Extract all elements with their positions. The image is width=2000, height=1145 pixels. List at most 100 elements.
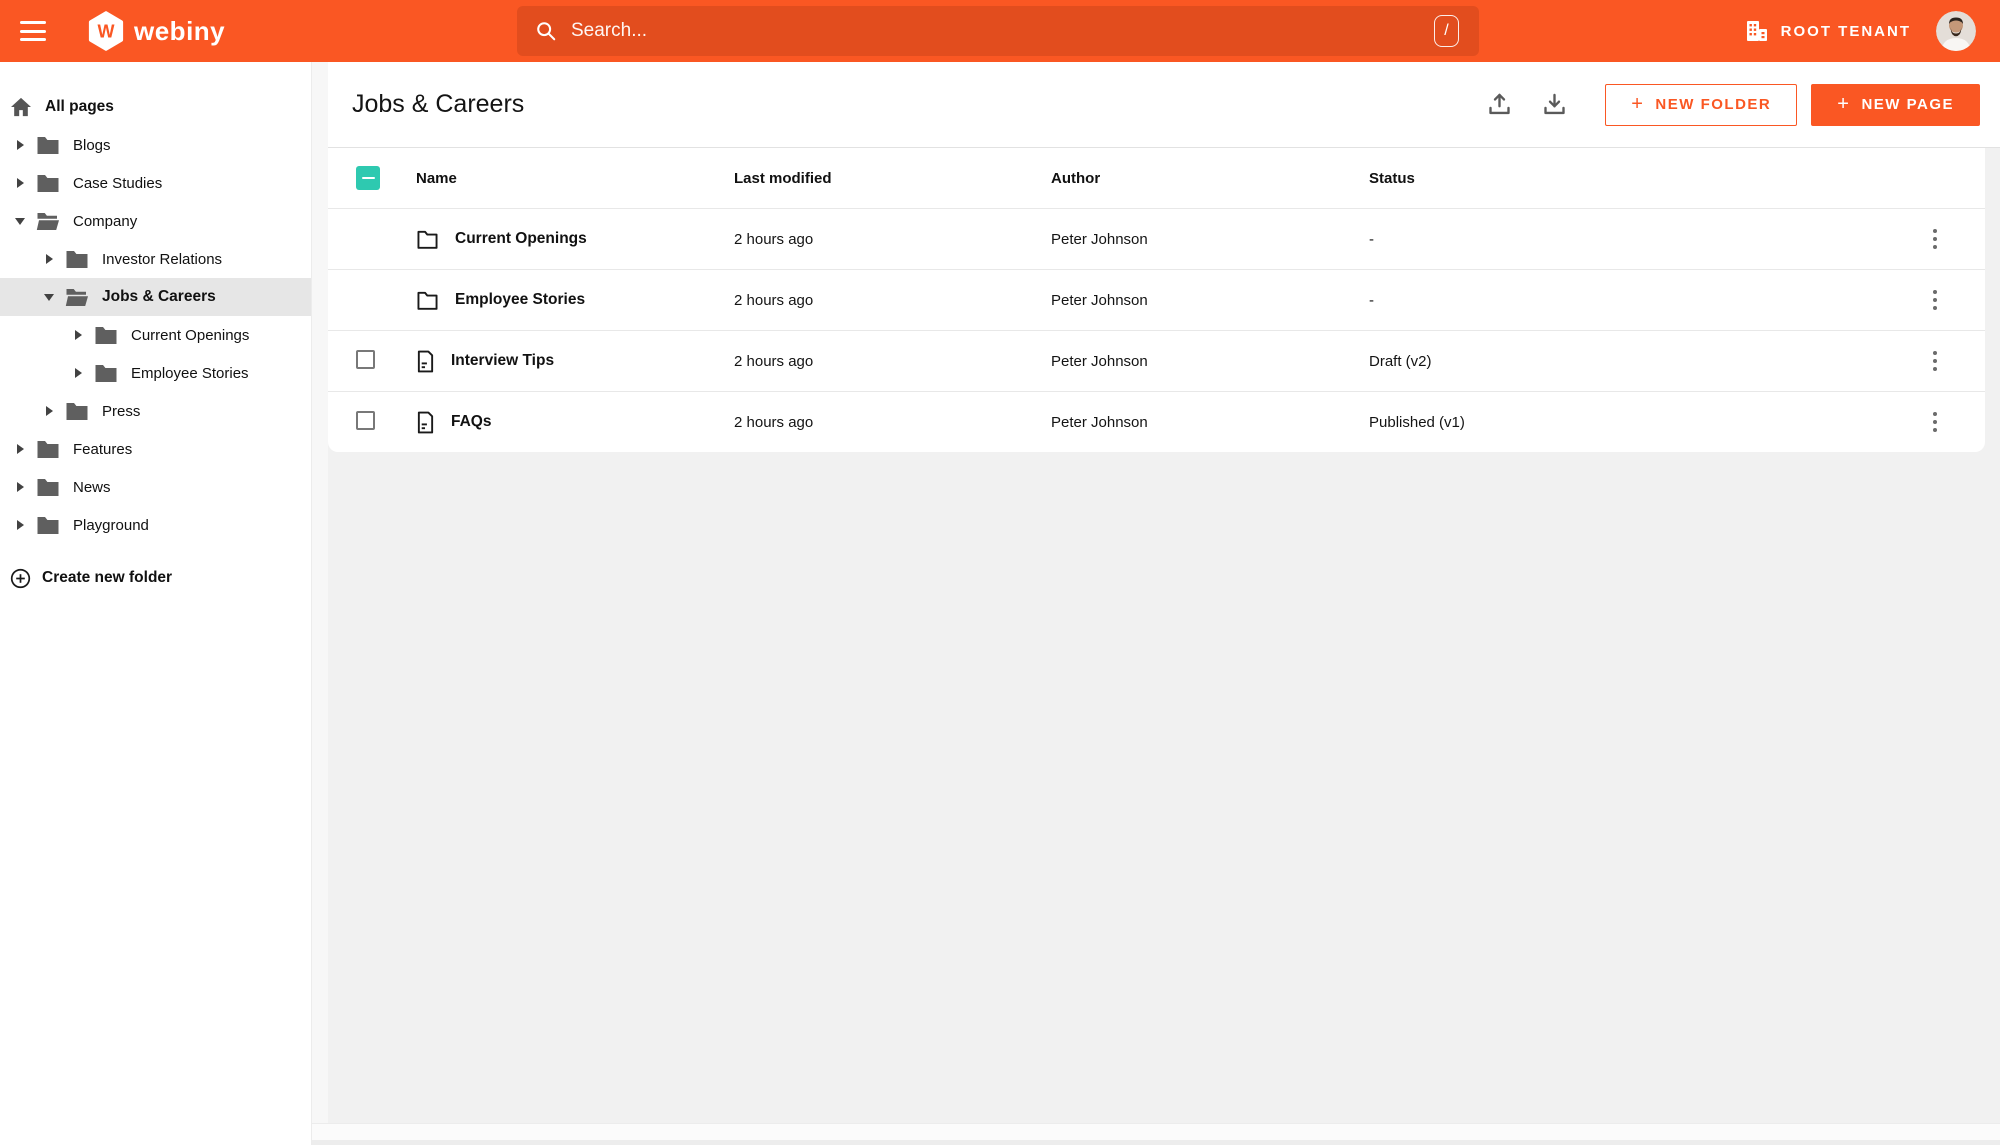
folder-icon [66,402,88,420]
home-icon [11,97,31,117]
chevron-right-icon [14,177,26,189]
plus-icon: + [1631,93,1645,115]
sidebar-item-employee-stories[interactable]: Employee Stories [0,354,311,392]
chevron-right-icon [14,519,26,531]
app-bar: W webiny / ROOT TENANT [0,0,2000,62]
plus-icon: + [1837,93,1851,115]
plus-circle-icon [10,568,31,588]
tenant-name: ROOT TENANT [1780,22,1911,40]
sidebar-item-company[interactable]: Company [0,202,311,240]
column-header-status: Status [1369,169,1415,187]
chevron-right-icon [14,481,26,493]
row-name-cell: FAQs [416,411,734,434]
table-row-current-openings[interactable]: Current Openings 2 hours ago Peter Johns… [328,208,1985,269]
search-icon [537,22,556,41]
row-author: Peter Johnson [1051,413,1148,431]
select-all-checkbox[interactable] [356,166,380,190]
row-modified: 2 hours ago [734,230,814,248]
pages-table: Name Last modified Author Status Current… [328,148,1985,452]
user-avatar[interactable] [1936,11,1976,51]
hamburger-menu-icon[interactable] [20,21,46,41]
table-header-row: Name Last modified Author Status [328,148,1985,208]
row-status: - [1369,291,1374,309]
webiny-hexagon-icon: W [88,11,124,51]
folder-open-icon [65,288,88,306]
chevron-right-icon [72,367,84,379]
folder-icon [66,250,88,268]
row-status: Draft (v2) [1369,352,1432,370]
sidebar-item-jobs-careers[interactable]: Jobs & Careers [0,278,311,316]
row-checkbox-cell [356,411,416,433]
sidebar-item-investor-relations[interactable]: Investor Relations [0,240,311,278]
sidebar-item-case-studies[interactable]: Case Studies [0,164,311,202]
new-page-button[interactable]: + NEW PAGE [1811,83,1980,126]
sidebar-item-news[interactable]: News [0,468,311,506]
download-icon [1544,93,1565,115]
row-status: Published (v1) [1369,413,1465,431]
row-checkbox-cell [356,350,416,372]
table-row-faqs[interactable]: FAQs 2 hours ago Peter Johnson Published… [328,391,1985,452]
appbar-right-cluster: ROOT TENANT [1745,0,1976,62]
chevron-right-icon [14,443,26,455]
search-shortcut-key: / [1434,15,1459,47]
folder-icon [37,174,59,192]
import-button[interactable] [1486,91,1513,118]
create-new-folder-button[interactable]: Create new folder [0,558,311,598]
row-checkbox[interactable] [356,411,375,430]
folder-icon [95,326,117,344]
folder-outline-icon [417,291,438,310]
sidebar-scrollbar-track[interactable] [311,62,328,1145]
sidebar-item-all-pages[interactable]: All pages [0,88,311,126]
chevron-right-icon [14,139,26,151]
row-status: - [1369,230,1374,248]
row-name-cell: Current Openings [416,229,734,249]
table-row-employee-stories[interactable]: Employee Stories 2 hours ago Peter Johns… [328,269,1985,330]
row-modified: 2 hours ago [734,291,814,309]
folder-open-icon [36,212,59,230]
chevron-right-icon [43,405,55,417]
row-actions-kebab-icon[interactable] [1927,223,1944,256]
header-actions: + NEW FOLDER + NEW PAGE [1486,83,1980,126]
sidebar-item-current-openings[interactable]: Current Openings [0,316,311,354]
column-header-author: Author [1051,169,1101,187]
row-actions-kebab-icon[interactable] [1927,284,1944,317]
row-name-cell: Employee Stories [416,290,734,310]
chevron-right-icon [43,253,55,265]
export-button[interactable] [1541,91,1568,118]
building-icon [1746,21,1767,41]
chevron-down-icon [14,215,26,227]
sidebar-item-features[interactable]: Features [0,430,311,468]
chevron-down-icon [43,291,55,303]
page-document-icon [417,411,434,433]
folder-icon [37,516,59,534]
row-author: Peter Johnson [1051,291,1148,309]
horizontal-scrollbar-track[interactable] [312,1123,2000,1140]
page-document-icon [417,350,434,372]
row-actions-kebab-icon[interactable] [1927,406,1944,439]
row-actions-kebab-icon[interactable] [1927,345,1944,378]
row-author: Peter Johnson [1051,230,1148,248]
search-bar[interactable]: / [517,6,1479,56]
page-title: Jobs & Careers [352,90,525,118]
new-folder-button[interactable]: + NEW FOLDER [1605,83,1798,126]
row-checkbox[interactable] [356,350,375,369]
folder-tree-sidebar: All pages Blogs Case Studies Company Inv… [0,62,311,1145]
upload-icon [1489,93,1510,115]
svg-text:W: W [98,21,115,41]
brand-wordmark: webiny [134,15,226,46]
avatar-photo [1936,11,1976,51]
table-row-interview-tips[interactable]: Interview Tips 2 hours ago Peter Johnson… [328,330,1985,391]
column-header-name: Name [416,169,457,187]
row-name-cell: Interview Tips [416,350,734,373]
content-header: Jobs & Careers + NEW FOLDER + NEW PAGE [328,62,2000,148]
tenant-selector[interactable]: ROOT TENANT [1745,20,1911,42]
sidebar-item-blogs[interactable]: Blogs [0,126,311,164]
folder-outline-icon [417,230,438,249]
folder-icon [37,136,59,154]
sidebar-item-press[interactable]: Press [0,392,311,430]
search-input[interactable] [571,20,1461,42]
sidebar-item-playground[interactable]: Playground [0,506,311,544]
folder-icon [37,440,59,458]
row-modified: 2 hours ago [734,413,814,431]
row-modified: 2 hours ago [734,352,814,370]
